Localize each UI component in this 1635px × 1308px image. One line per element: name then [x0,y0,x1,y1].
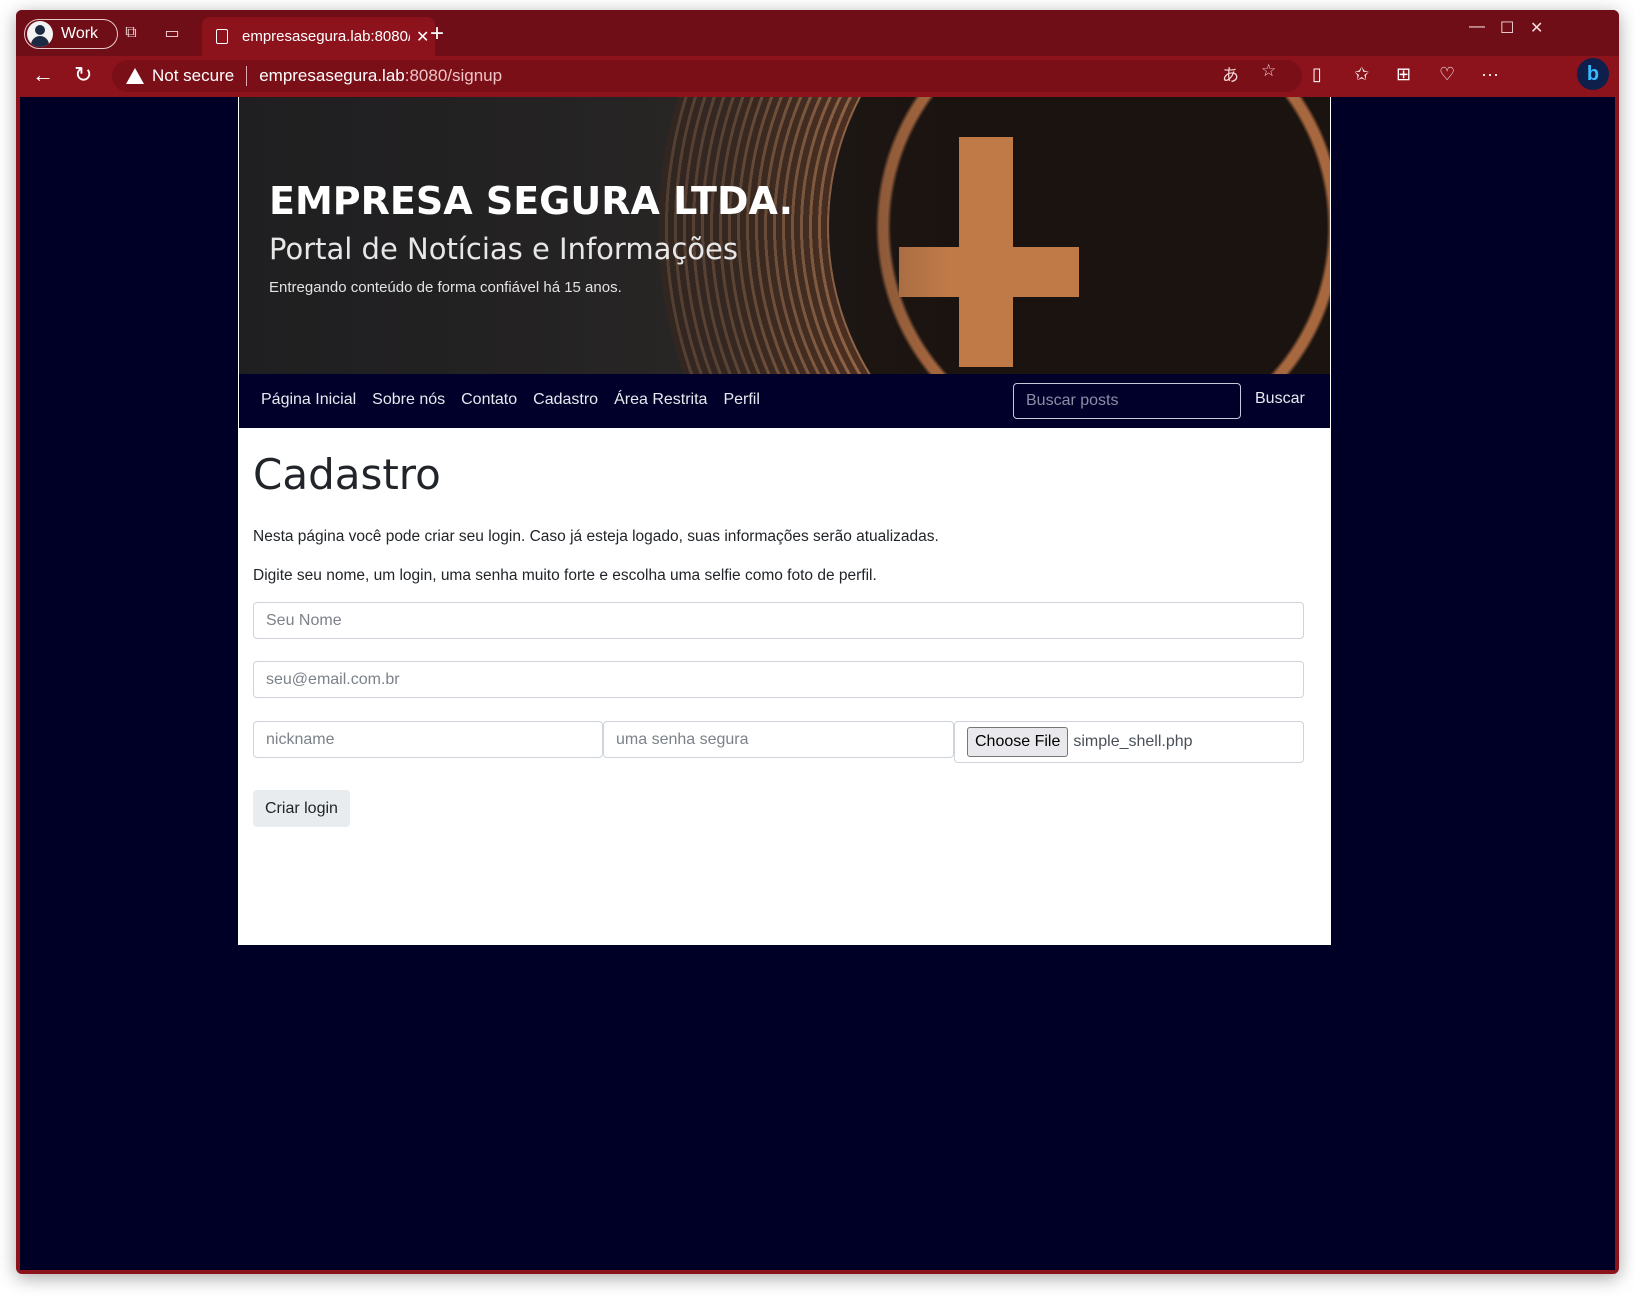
new-tab-icon[interactable]: + [430,20,444,48]
translate-icon[interactable]: あ [1222,61,1239,86]
page-icon [216,29,228,44]
choose-file-button[interactable]: Choose File [967,727,1069,757]
window-close-icon[interactable]: ✕ [1530,18,1543,38]
site-navbar: Página Inicial Sobre nós Contato Cadastr… [239,374,1330,428]
site-tagline: Entregando conteúdo de forma confiável h… [269,279,622,296]
url-path: :8080/signup [404,66,503,85]
nav-profile[interactable]: Perfil [723,391,759,409]
email-field[interactable] [253,661,1304,698]
password-field[interactable] [603,721,954,758]
nickname-field[interactable] [253,721,603,758]
minimize-icon[interactable]: — [1469,18,1485,36]
avatar-icon [27,21,53,47]
tab-actions-icon[interactable]: ▭ [161,22,183,44]
reload-icon[interactable]: ↻ [74,62,92,88]
warning-icon [126,68,144,84]
search-input[interactable] [1013,383,1241,419]
tab-strip: Work ⧉ ▭ empresasegura.lab:8080/ ✕ + — ☐… [16,10,1619,56]
nav-restricted[interactable]: Área Restrita [614,391,707,409]
toolbar: ← ↻ Not secure empresasegura.lab :8080/s… [16,56,1619,97]
close-icon[interactable]: ✕ [416,27,429,47]
search-button[interactable]: Buscar [1255,390,1305,408]
page-container: EMPRESA SEGURA LTDA. Portal de Notícias … [238,97,1331,945]
workspaces-icon[interactable]: ⧉ [120,22,142,44]
favorite-star-icon[interactable]: ☆ [1261,61,1276,81]
divider [246,66,248,86]
page-title: Cadastro [253,450,441,499]
selected-file-name: simple_shell.php [1073,733,1193,750]
security-label[interactable]: Not secure [152,66,234,86]
page-viewport: EMPRESA SEGURA LTDA. Portal de Notícias … [20,97,1615,1270]
url-host: empresasegura.lab [259,66,405,85]
maximize-icon[interactable]: ☐ [1500,18,1514,38]
profile-label: Work [61,25,99,42]
intro-text: Nesta página você pode criar seu login. … [253,528,939,545]
tab-title: empresasegura.lab:8080/ [242,28,410,45]
address-bar[interactable]: Not secure empresasegura.lab :8080/signu… [112,60,1302,92]
performance-icon[interactable]: ♡ [1439,64,1455,85]
nav-about[interactable]: Sobre nós [372,391,445,409]
nav-home[interactable]: Página Inicial [261,391,356,409]
nav-links: Página Inicial Sobre nós Contato Cadastr… [261,391,760,409]
signup-section: Cadastro Nesta página você pode criar se… [253,428,1304,827]
browser-window: Work ⧉ ▭ empresasegura.lab:8080/ ✕ + — ☐… [16,10,1619,1274]
nav-contact[interactable]: Contato [461,391,517,409]
site-subtitle: Portal de Notícias e Informações [269,232,738,266]
back-icon[interactable]: ← [32,62,54,88]
profile-button[interactable]: Work [24,19,118,49]
collections-icon[interactable]: ⊞ [1396,64,1411,85]
site-title: EMPRESA SEGURA LTDA. [269,179,794,223]
photo-file-input[interactable]: Choose File simple_shell.php [954,721,1304,763]
split-screen-icon[interactable]: ▯ [1312,64,1322,85]
more-menu-icon[interactable]: ··· [1481,64,1499,85]
name-field[interactable] [253,602,1304,639]
create-login-button[interactable]: Criar login [253,790,350,827]
favorites-icon[interactable]: ✩ [1354,64,1369,85]
nav-signup[interactable]: Cadastro [533,391,598,409]
instructions-text: Digite seu nome, um login, uma senha mui… [253,567,877,584]
bing-copilot-icon[interactable]: b [1577,58,1609,90]
hero-banner: EMPRESA SEGURA LTDA. Portal de Notícias … [239,97,1330,374]
tab-active[interactable]: empresasegura.lab:8080/ ✕ [202,17,435,56]
